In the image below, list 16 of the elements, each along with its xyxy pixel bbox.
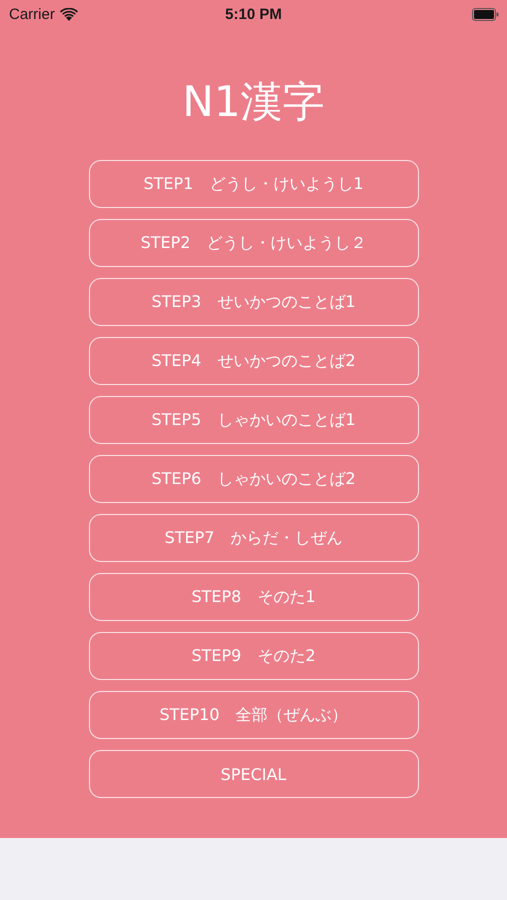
- wifi-icon: [60, 8, 78, 20]
- step-button[interactable]: STEP4 せいかつのことば2: [88, 337, 418, 385]
- step-button[interactable]: STEP10 全部（ぜんぶ）: [88, 691, 418, 739]
- app-title: N1漢字: [182, 76, 325, 128]
- step-button[interactable]: STEP8 そのた1: [88, 573, 418, 621]
- step-button[interactable]: STEP7 からだ・しぜん: [88, 514, 418, 562]
- step-button[interactable]: STEP6 しゃかいのことば2: [88, 455, 418, 503]
- step-button[interactable]: SPECIAL: [88, 750, 418, 798]
- step-button[interactable]: STEP1 どうし・けいようし1: [88, 160, 418, 208]
- status-time: 5:10 PM: [225, 6, 282, 22]
- battery-icon: [472, 8, 499, 20]
- step-button[interactable]: STEP9 そのた2: [88, 632, 418, 680]
- step-button[interactable]: STEP2 どうし・けいようし２: [88, 219, 418, 267]
- step-button[interactable]: STEP5 しゃかいのことば1: [88, 396, 418, 444]
- step-button[interactable]: STEP3 せいかつのことば1: [88, 278, 418, 326]
- carrier-label: Carrier: [9, 6, 55, 22]
